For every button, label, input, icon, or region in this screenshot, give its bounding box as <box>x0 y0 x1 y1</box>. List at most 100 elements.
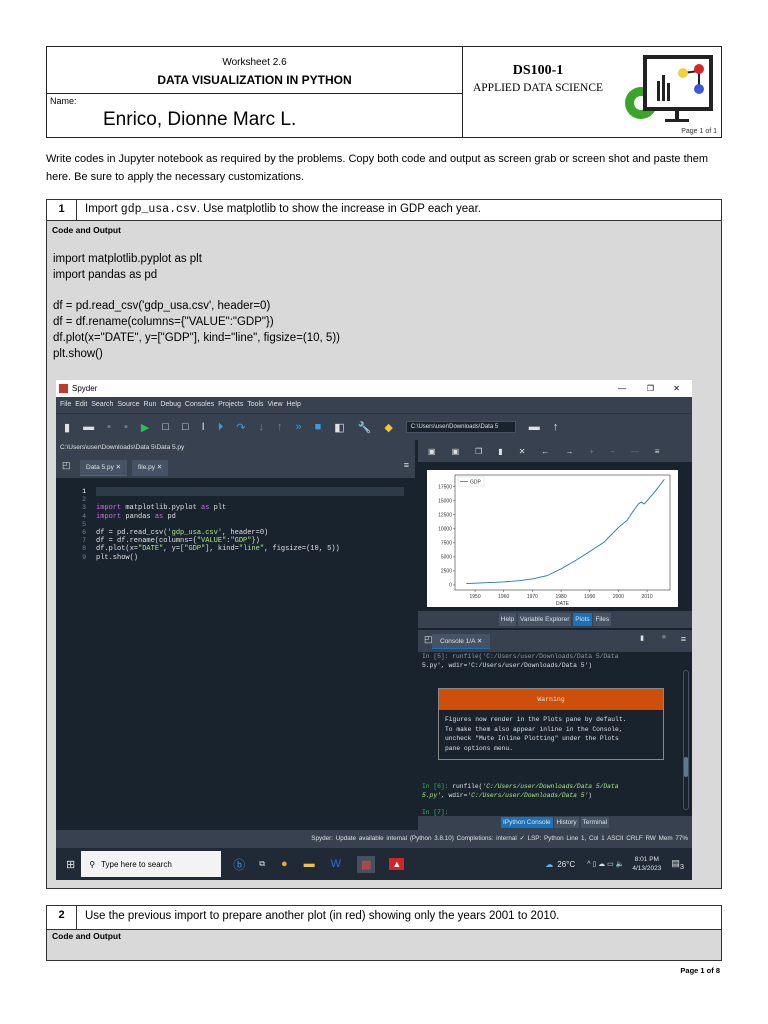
menu-view[interactable]: View <box>267 401 282 408</box>
step-into-icon[interactable]: ↓ <box>258 421 264 433</box>
y-tick-label: 0 <box>449 583 452 589</box>
warning-box: Warning Figures now render in the Plots … <box>438 688 664 760</box>
spyder-taskbar-icon[interactable]: ▩ <box>357 855 376 873</box>
menu-run[interactable]: Run <box>144 401 157 408</box>
fit-icon[interactable]: — <box>631 447 639 456</box>
console-options-icon[interactable]: ≡ <box>681 634 686 644</box>
tab-help[interactable]: Help <box>498 613 517 626</box>
step-return-icon[interactable]: ↑ <box>277 421 283 433</box>
chrome-icon[interactable]: ● <box>281 858 288 870</box>
tab-variable-explorer[interactable]: Variable Explorer <box>517 613 572 626</box>
code-line: df.plot(x="DATE", y=["GDP"], kind="line"… <box>53 332 340 344</box>
continue-icon[interactable]: » <box>295 421 301 433</box>
browse-tabs-icon[interactable]: ◰ <box>62 460 71 471</box>
line-number: 8 <box>82 545 86 553</box>
word-icon[interactable]: W <box>331 858 341 870</box>
plots-options-icon[interactable]: ≡ <box>655 447 660 456</box>
copy-icon[interactable]: ▮ <box>640 634 644 642</box>
menu-help[interactable]: Help <box>286 401 300 408</box>
delete-plot-icon[interactable]: ▮ <box>498 447 502 456</box>
line-number: 7 <box>82 537 86 545</box>
line-number: 1 <box>82 488 86 495</box>
browse-folder-icon[interactable]: ▬ <box>529 421 540 433</box>
save-plot-icon[interactable]: ▣ <box>428 447 436 456</box>
parent-directory-icon[interactable]: ↑ <box>553 421 559 433</box>
new-file-icon[interactable]: ▮ <box>64 421 70 434</box>
editor-pane: C:\Users\user\Downloads\Data 5\Data 5.py… <box>56 440 415 830</box>
run-icon[interactable]: ▶ <box>141 421 149 434</box>
console-tab[interactable]: Console 1/A ✕ <box>432 634 491 649</box>
menu-source[interactable]: Source <box>117 401 139 408</box>
zoom-in-icon[interactable]: + <box>589 447 594 456</box>
tray-icons[interactable]: ^ ▯ ☁ ▭ 🔈 <box>587 860 624 868</box>
tab-plots[interactable]: Plots <box>573 613 592 626</box>
editor-tab-file[interactable]: file.py ✕ <box>132 460 169 476</box>
search-icon: ⚲ <box>89 859 96 869</box>
working-directory-input[interactable]: C:\Users\user\Downloads\Data 5 <box>405 421 516 433</box>
gdp-data-point <box>643 503 645 505</box>
debug-icon[interactable]: ⏵ <box>218 421 224 434</box>
save-icon[interactable]: ▪ <box>107 421 111 433</box>
run-cell-icon[interactable]: □ <box>162 421 169 433</box>
menu-search[interactable]: Search <box>91 401 113 408</box>
step-icon[interactable]: ↷ <box>236 421 245 434</box>
next-plot-icon[interactable]: → <box>565 447 573 456</box>
code-editor[interactable]: import matplotlib.pyplot as plt import p… <box>96 482 340 562</box>
clock[interactable]: 8:01 PM 4/13/2023 <box>632 855 661 873</box>
stop-icon[interactable]: ■ <box>315 421 322 433</box>
bing-icon[interactable]: ⓑ <box>233 856 245 873</box>
maximize-button[interactable]: ❐ <box>647 380 654 397</box>
weather-icon[interactable]: ☁ <box>545 860 553 869</box>
status-item: Line 1, Col 1 <box>566 835 605 842</box>
taskbar-search[interactable]: ⚲ Type here to search <box>81 851 222 877</box>
editor-file-path: C:\Users\user\Downloads\Data 5\Data 5.py <box>56 440 415 456</box>
task-view-icon[interactable]: ⧉ <box>259 859 265 869</box>
gdp-data-point <box>546 575 548 577</box>
menu-edit[interactable]: Edit <box>75 401 87 408</box>
status-item: Mem 77% <box>658 835 688 842</box>
tab-files[interactable]: Files <box>593 613 612 626</box>
x-tick-label: 1950 <box>470 594 481 600</box>
save-all-plots-icon[interactable]: ▣ <box>452 447 460 456</box>
file-explorer-icon[interactable]: ▬ <box>304 858 315 870</box>
maximize-pane-icon[interactable]: ◧ <box>334 421 344 434</box>
tab-ipython-console[interactable]: IPython Console <box>500 817 553 828</box>
editor-options-icon[interactable]: ≡ <box>404 460 409 470</box>
tab-terminal[interactable]: Terminal <box>580 817 610 828</box>
run-cell-advance-icon[interactable]: □ <box>182 421 189 433</box>
tab-history[interactable]: History <box>554 817 579 828</box>
x-tick-label: 1980 <box>556 594 567 600</box>
run-selection-icon[interactable]: I <box>202 421 205 433</box>
zoom-out-icon[interactable]: − <box>610 447 615 456</box>
x-tick-label: 2000 <box>613 594 624 600</box>
minimize-button[interactable]: — <box>618 380 626 397</box>
menu-consoles[interactable]: Consoles <box>185 401 214 408</box>
problem-question: Import gdp_usa.csv. Use matplotlib to sh… <box>85 203 481 216</box>
app-taskbar-icon[interactable]: ▲ <box>389 858 405 870</box>
open-folder-icon[interactable]: ▬ <box>83 421 94 433</box>
console-scrollbar[interactable] <box>683 670 689 810</box>
windows-taskbar: ⊞ ⚲ Type here to search ⓑ ⧉ ● ▬ W ▩ ▲ ☁ 2… <box>56 848 692 880</box>
save-all-icon[interactable]: ▪ <box>124 421 128 433</box>
gdp-data-point <box>638 503 639 505</box>
menu-debug[interactable]: Debug <box>160 401 181 408</box>
code-line: df = pd.read_csv('gdp_usa.csv', header=0… <box>53 300 271 312</box>
notification-icon[interactable]: ▤3 <box>671 858 684 871</box>
page-number: Page 1 of 8 <box>680 966 720 975</box>
stop-console-icon[interactable]: ■ <box>662 634 666 641</box>
weather-temp[interactable]: 26°C <box>557 860 575 869</box>
line-number: 6 <box>82 529 86 537</box>
delete-all-plots-icon[interactable]: ✕ <box>519 447 526 456</box>
menu-projects[interactable]: Projects <box>218 401 243 408</box>
copy-plot-icon[interactable]: ❐ <box>475 447 482 456</box>
previous-plot-icon[interactable]: ← <box>541 447 549 456</box>
python-path-icon[interactable]: ◆ <box>384 421 392 434</box>
preferences-wrench-icon[interactable]: 🔧 <box>358 421 372 434</box>
close-button[interactable]: ✕ <box>673 380 680 397</box>
windows-start-icon[interactable]: ⊞ <box>66 858 75 871</box>
gdp-data-point <box>517 580 519 582</box>
instructions: Write codes in Jupyter notebook as requi… <box>46 153 709 183</box>
editor-tab-data5[interactable]: Data 5.py ✕ <box>80 460 128 476</box>
menu-tools[interactable]: Tools <box>247 401 263 408</box>
menu-file[interactable]: File <box>60 401 71 408</box>
